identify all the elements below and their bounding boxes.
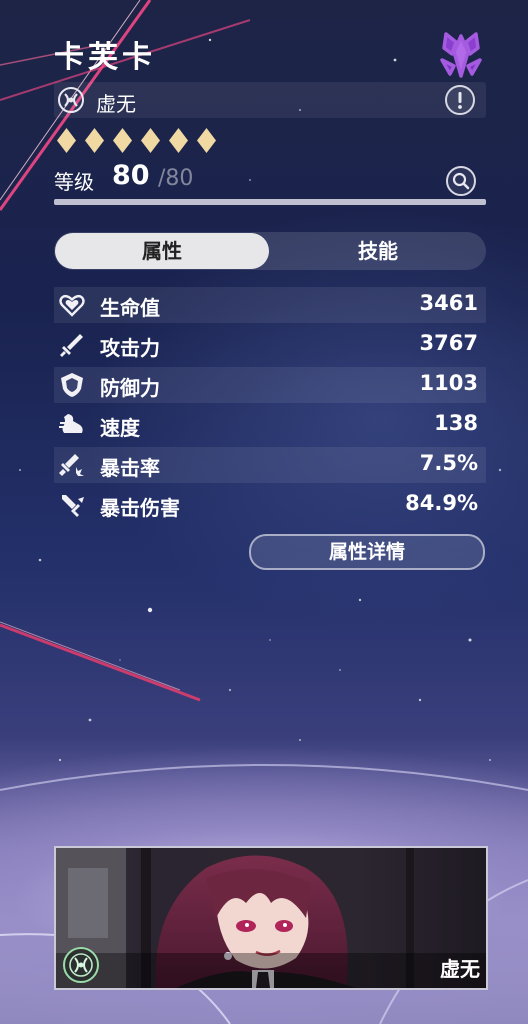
stat-row-spd: 速度 138 — [54, 407, 486, 443]
card-path-label: 虚无 — [440, 957, 480, 981]
stat-row-hp: 生命值 3461 — [54, 287, 486, 323]
shield-icon — [61, 373, 83, 397]
stat-name: 速度 — [100, 416, 140, 440]
search-icon[interactable] — [445, 165, 477, 197]
star-icon — [197, 128, 216, 153]
stat-value: 7.5% — [419, 451, 478, 475]
stat-name: 暴击率 — [100, 456, 160, 480]
stat-value: 3767 — [419, 331, 478, 355]
sword-icon — [60, 334, 83, 357]
boot-icon — [59, 414, 83, 433]
character-portrait — [56, 848, 486, 988]
star-icon — [57, 128, 76, 153]
star-icon — [169, 128, 188, 153]
stat-name: 生命值 — [100, 296, 160, 320]
star-icon — [141, 128, 160, 153]
nihility-path-icon — [58, 87, 84, 113]
level-label: 等级 — [54, 170, 94, 194]
info-icon[interactable] — [444, 84, 476, 116]
path-name: 虚无 — [96, 92, 136, 116]
nihility-path-emblem-icon — [440, 32, 482, 78]
level-progress-fill — [54, 199, 486, 205]
stat-row-def: 防御力 1103 — [54, 367, 486, 403]
stat-value: 138 — [434, 411, 478, 435]
stat-name: 暴击伤害 — [100, 496, 180, 520]
heart-icon — [59, 294, 85, 317]
level-current: 80 — [112, 160, 150, 191]
level-max: /80 — [158, 166, 194, 191]
star-icon — [85, 128, 104, 153]
stat-value: 3461 — [419, 291, 478, 315]
character-portrait-card[interactable]: 虚无 — [54, 846, 488, 990]
stat-value: 84.9% — [405, 491, 478, 515]
stat-name: 防御力 — [100, 376, 160, 400]
star-icon — [113, 128, 132, 153]
attribute-details-button[interactable]: 属性详情 — [249, 534, 485, 570]
tab-bar: 属性 技能 — [54, 232, 486, 270]
character-name: 卡芙卡 — [54, 40, 156, 75]
crit-damage-icon — [62, 495, 84, 517]
stat-name: 攻击力 — [100, 336, 160, 360]
stat-row-crit-dmg: 暴击伤害 84.9% — [54, 487, 486, 523]
stat-value: 1103 — [419, 371, 478, 395]
tab-skills[interactable]: 技能 — [270, 232, 486, 270]
tab-attributes[interactable]: 属性 — [55, 233, 269, 269]
rarity-stars — [56, 127, 226, 155]
stat-row-atk: 攻击力 3767 — [54, 327, 486, 363]
crit-rate-icon — [59, 454, 84, 476]
stat-row-crit-rate: 暴击率 7.5% — [54, 447, 486, 483]
level-progress-bar — [54, 199, 486, 205]
nihility-path-badge-icon — [63, 947, 99, 983]
